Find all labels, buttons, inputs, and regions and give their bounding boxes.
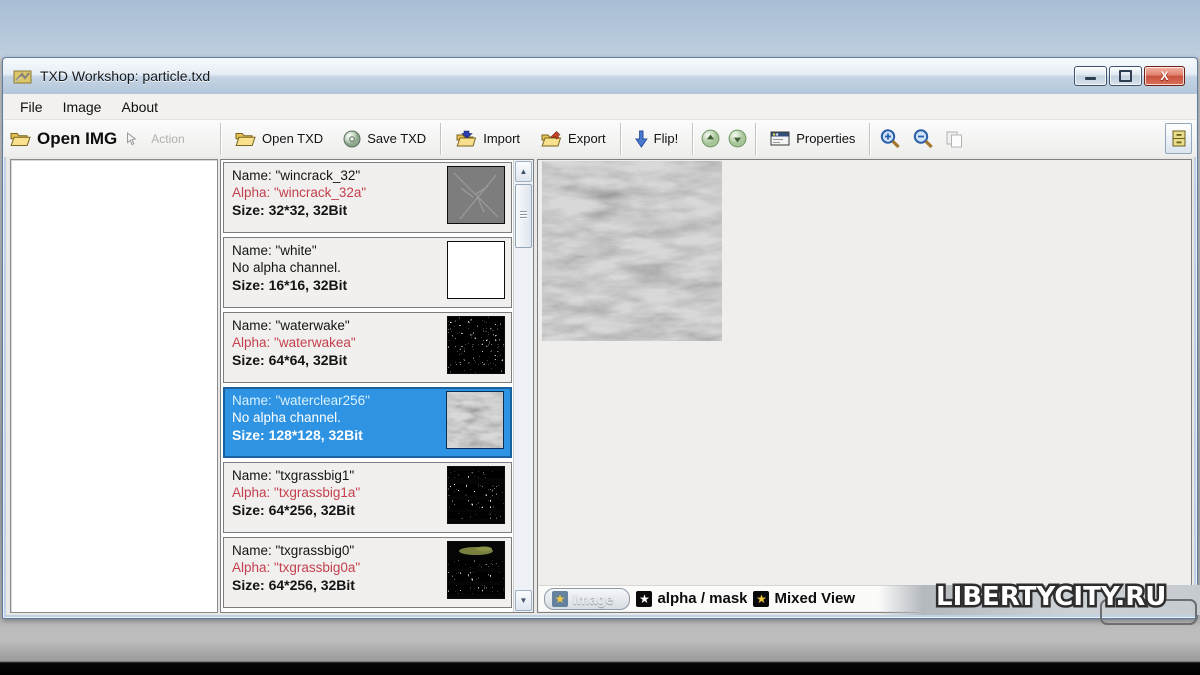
minimize-icon [1085,77,1096,80]
disc-icon [343,130,361,148]
scrollbar-thumb[interactable] [515,184,532,248]
menu-bar: File Image About [4,94,1196,120]
texture-panel: Name: "wincrack_32"Alpha: "wincrack_32a"… [220,159,534,613]
star-icon: ★ [552,591,568,607]
copy-button[interactable] [940,125,969,153]
tab-mixed-view[interactable]: ★ Mixed View [753,590,855,607]
toolbar: Open IMG Action Open TXD Save TXD Import [4,120,1196,158]
toolbar-separator [869,123,870,155]
texture-list: Name: "wincrack_32"Alpha: "wincrack_32a"… [222,160,513,612]
folder-icon [235,131,256,147]
cabinet-icon [1172,130,1186,147]
zoom-out-icon [912,128,935,149]
menu-file[interactable]: File [10,96,53,118]
scrollbar[interactable]: ▲ ▼ [513,160,533,612]
texture-list-item[interactable]: Name: "txgrassbig0"Alpha: "txgrassbig0a"… [223,537,512,608]
window-title: TXD Workshop: particle.txd [40,68,210,84]
watermark: LIBERTYCITY.RU [936,582,1166,612]
properties-icon [770,131,790,146]
maximize-button[interactable] [1109,66,1142,86]
texture-list-item[interactable]: Name: "txgrassbig1"Alpha: "txgrassbig1a"… [223,462,512,533]
save-txd-button[interactable]: Save TXD [333,125,436,153]
texture-thumbnail [447,166,505,224]
zoom-out-button[interactable] [907,123,940,154]
minimize-button[interactable] [1074,66,1107,86]
open-img-button[interactable]: Open IMG [37,129,117,149]
scroll-down-button[interactable]: ▼ [515,590,532,611]
preview-panel: ★ Image ★ alpha / mask ★ Mixed View [537,159,1192,613]
app-icon [13,69,32,84]
properties-button[interactable]: Properties [760,126,865,151]
scrollbar-grip [520,211,527,220]
zoom-in-button[interactable] [874,123,907,154]
star-icon: ★ [753,591,769,607]
preview-image [542,161,722,341]
import-icon [455,130,477,147]
flip-button[interactable]: Flip! [625,125,689,153]
texture-thumbnail [447,466,505,524]
menu-about[interactable]: About [111,96,168,118]
open-img-section: Open IMG Action [4,120,216,157]
toolbar-separator [220,123,221,155]
maximize-icon [1119,70,1132,82]
menu-image[interactable]: Image [53,96,112,118]
action-label: Action [151,132,184,146]
texture-thumbnail [447,241,505,299]
export-button[interactable]: Export [530,125,616,152]
app-window: TXD Workshop: particle.txd X File Image … [2,57,1198,619]
texture-thumbnail [447,316,505,374]
zoom-in-icon [879,128,902,149]
screen: TXD Workshop: particle.txd X File Image … [0,0,1200,675]
copy-icon [945,130,964,148]
move-down-button[interactable] [724,124,751,153]
round-up-icon [701,129,720,148]
toolbar-buttons: Open TXD Save TXD Import Export [225,120,1196,157]
texture-thumbnail [446,391,504,449]
arrow-down-icon [635,130,648,148]
img-file-list[interactable] [10,159,218,613]
content-area: Name: "wincrack_32"Alpha: "wincrack_32a"… [6,157,1194,615]
toolbar-separator [620,123,621,155]
cursor-icon [125,132,137,146]
texture-list-item[interactable]: Name: "white"No alpha channel.Size: 16*1… [223,237,512,308]
toolbar-separator [440,123,441,155]
texture-list-item[interactable]: Name: "waterclear256"No alpha channel.Si… [223,387,512,458]
tab-alpha-mask-view[interactable]: ★ alpha / mask [636,590,747,607]
close-button[interactable]: X [1144,66,1185,86]
title-bar[interactable]: TXD Workshop: particle.txd X [3,58,1197,94]
panel-toggle-button[interactable] [1165,123,1192,154]
texture-list-item[interactable]: Name: "waterwake"Alpha: "waterwakea"Size… [223,312,512,383]
toolbar-separator [755,123,756,155]
tab-image-view[interactable]: ★ Image [544,588,630,610]
export-icon [540,130,562,147]
round-down-icon [728,129,747,148]
texture-thumbnail [447,541,505,599]
close-icon: X [1160,70,1168,82]
toolbar-separator [692,123,693,155]
move-up-button[interactable] [697,124,724,153]
star-icon: ★ [636,591,652,607]
open-txd-button[interactable]: Open TXD [225,126,333,152]
import-button[interactable]: Import [445,125,530,152]
scroll-up-button[interactable]: ▲ [515,161,532,182]
folder-icon [10,131,31,147]
texture-list-item[interactable]: Name: "wincrack_32"Alpha: "wincrack_32a"… [223,162,512,233]
